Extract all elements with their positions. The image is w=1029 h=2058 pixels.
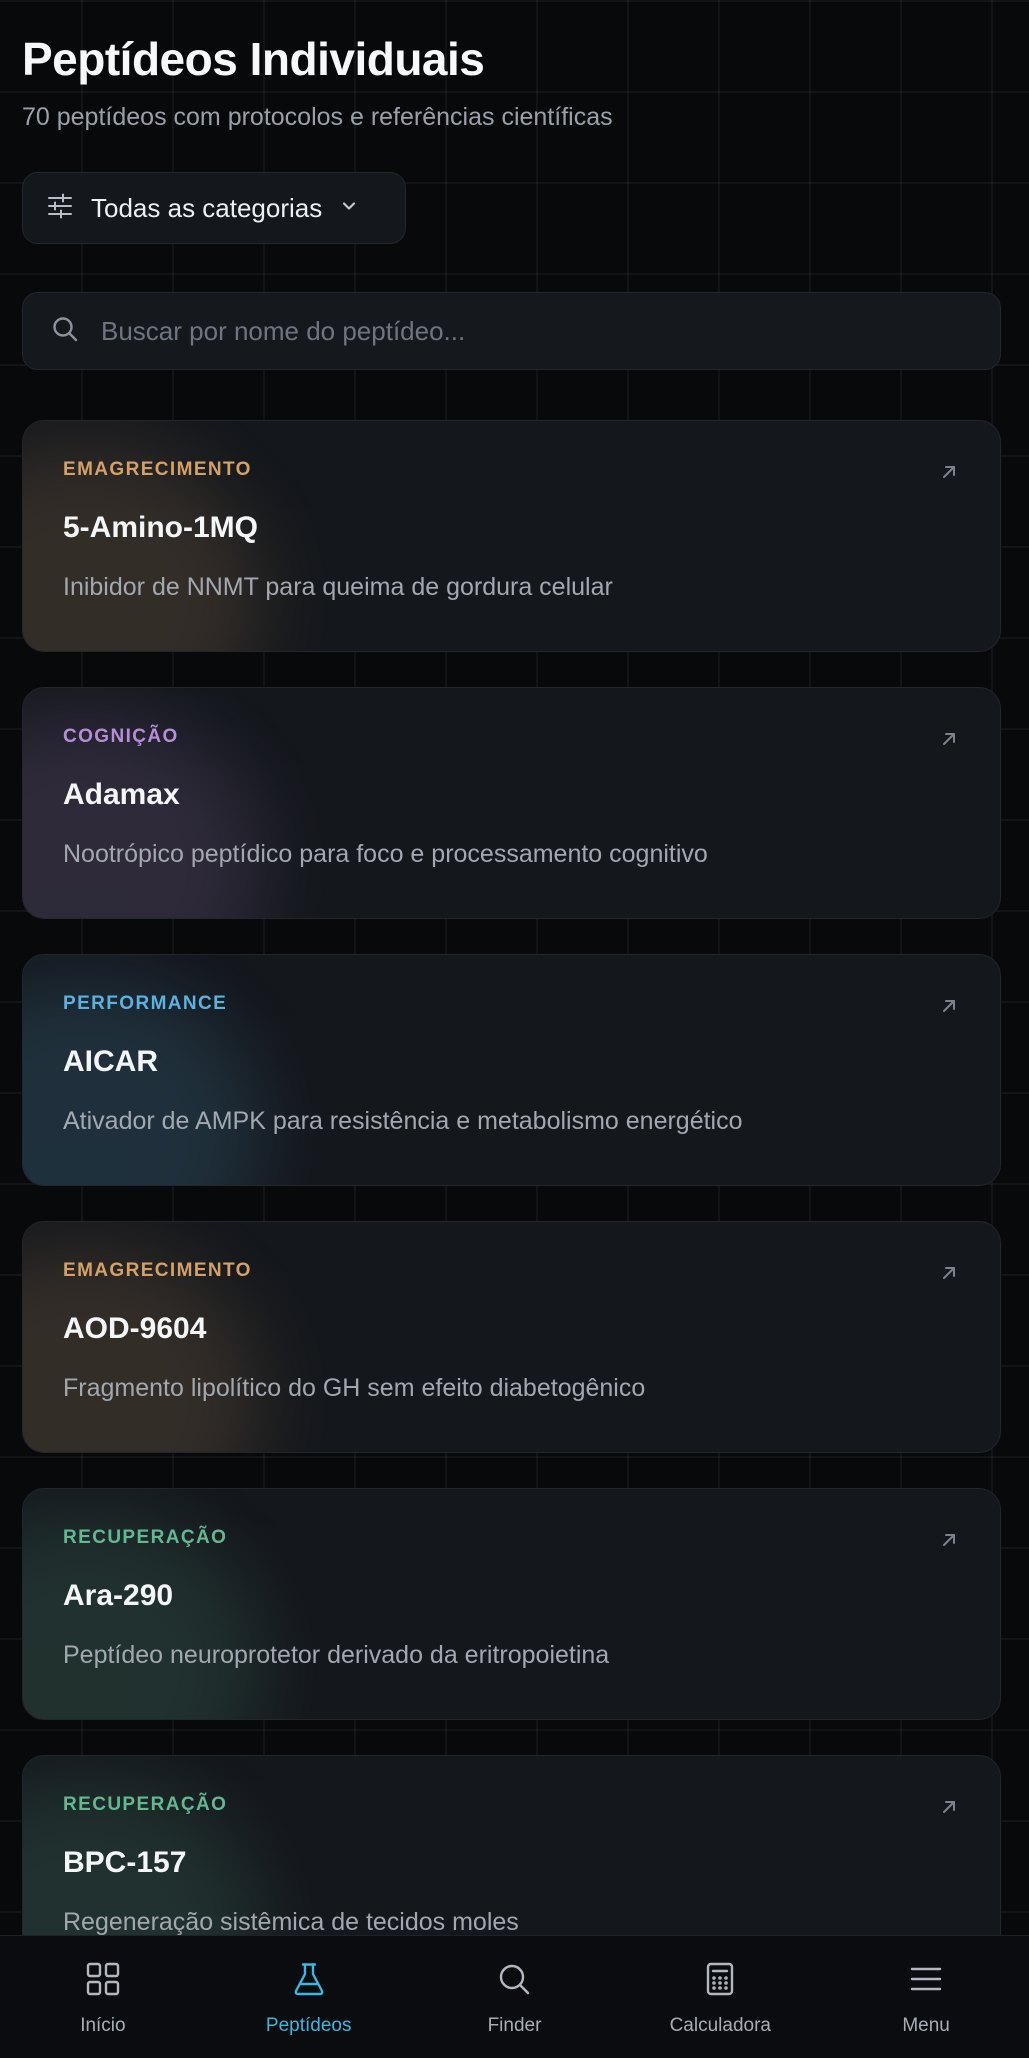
- search-input[interactable]: [101, 293, 1000, 369]
- menu-icon: [909, 1962, 943, 2001]
- arrow-up-right-icon: [940, 730, 958, 753]
- search-box: [22, 292, 1001, 370]
- card-description: Inibidor de NNMT para queima de gordura …: [63, 573, 613, 601]
- card-category: EMAGRECIMENTO: [63, 459, 252, 480]
- grid-icon: [86, 1962, 120, 2001]
- sliders-icon: [47, 193, 73, 224]
- card-category: EMAGRECIMENTO: [63, 1260, 252, 1281]
- peptide-card[interactable]: RECUPERAÇÃO Ara-290 Peptídeo neuroprotetor…: [22, 1488, 1001, 1720]
- card-category: RECUPERAÇÃO: [63, 1527, 228, 1548]
- arrow-up-right-icon: [940, 1531, 958, 1554]
- arrow-up-right-icon: [940, 1264, 958, 1287]
- card-category: COGNIÇÃO: [63, 726, 179, 747]
- card-description: Nootrópico peptídico para foco e process…: [63, 840, 708, 868]
- chevron-down-icon: [340, 197, 358, 220]
- category-filter-button[interactable]: Todas as categorias: [22, 172, 406, 244]
- arrow-up-right-icon: [940, 463, 958, 486]
- peptide-card[interactable]: EMAGRECIMENTO AOD-9604 Fragmento lipolític…: [22, 1221, 1001, 1453]
- peptide-card[interactable]: RECUPERAÇÃO BPC-157 Regeneração sistêmica …: [22, 1755, 1001, 1935]
- category-filter-label: Todas as categorias: [91, 192, 323, 223]
- search-icon: [497, 1962, 531, 2001]
- arrow-up-right-icon: [940, 997, 958, 1020]
- nav-item-menu[interactable]: Menu: [823, 1936, 1029, 2058]
- arrow-up-right-icon: [940, 1798, 958, 1821]
- peptide-card[interactable]: EMAGRECIMENTO 5-Amino-1MQ Inibidor de NNMT…: [22, 420, 1001, 652]
- page-subtitle: 70 peptídeos com protocolos e referência…: [22, 103, 613, 131]
- card-title: Ara-290: [63, 1579, 174, 1612]
- card-title: Adamax: [63, 778, 180, 811]
- nav-label-finder: Finder: [487, 2015, 542, 2036]
- card-title: 5-Amino-1MQ: [63, 511, 258, 544]
- peptide-card[interactable]: COGNIÇÃO Adamax Nootrópico peptídico para …: [22, 687, 1001, 919]
- card-category: PERFORMANCE: [63, 993, 228, 1014]
- peptide-card[interactable]: PERFORMANCE AICAR Ativador de AMPK para re…: [22, 954, 1001, 1186]
- card-title: AICAR: [63, 1045, 158, 1078]
- card-description: Fragmento lipolítico do GH sem efeito di…: [63, 1374, 646, 1402]
- calculator-icon: [703, 1962, 737, 2001]
- page-content: Peptídeos Individuais 70 peptídeos com p…: [0, 0, 1029, 1935]
- card-title: BPC-157: [63, 1846, 187, 1879]
- card-category: RECUPERAÇÃO: [63, 1794, 228, 1815]
- card-title: AOD-9604: [63, 1312, 207, 1345]
- flask-icon: [292, 1962, 326, 2001]
- nav-item-finder[interactable]: Finder: [412, 1936, 618, 2058]
- nav-label-inicio: Início: [80, 2015, 126, 2036]
- nav-label-calculadora: Calculadora: [669, 2015, 771, 2036]
- page-title: Peptídeos Individuais: [22, 33, 485, 85]
- card-description: Ativador de AMPK para resistência e meta…: [63, 1107, 743, 1135]
- bottom-navigation: Início Peptídeos Finder Calculadora Menu: [0, 1935, 1029, 2058]
- card-description: Peptídeo neuroprotetor derivado da eritr…: [63, 1641, 610, 1669]
- nav-item-peptideos[interactable]: Peptídeos: [206, 1936, 412, 2058]
- nav-label-menu: Menu: [902, 2015, 950, 2036]
- card-description: Regeneração sistêmica de tecidos moles: [63, 1908, 519, 1935]
- search-icon: [51, 315, 79, 348]
- nav-item-calculadora[interactable]: Calculadora: [617, 1936, 823, 2058]
- nav-item-inicio[interactable]: Início: [0, 1936, 206, 2058]
- nav-label-peptideos: Peptídeos: [265, 2015, 352, 2036]
